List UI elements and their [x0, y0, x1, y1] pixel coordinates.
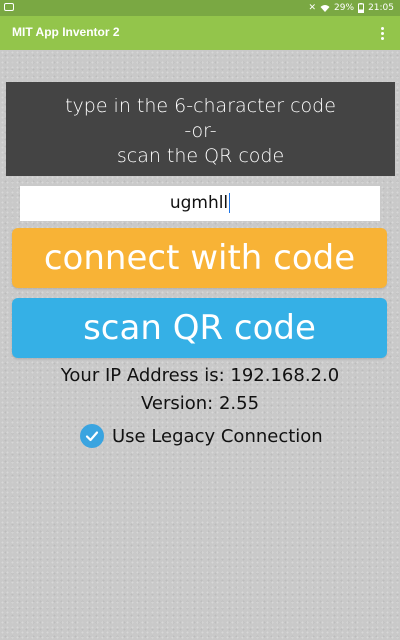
app-bar: MIT App Inventor 2	[0, 16, 400, 50]
connect-with-code-button[interactable]: connect with code	[12, 228, 387, 288]
instruction-line-2: -or-	[184, 120, 217, 142]
notification-icon	[4, 3, 14, 11]
checkmark-icon[interactable]	[80, 424, 104, 448]
text-caret	[229, 193, 231, 213]
status-bar: ✕ 29% 21:05	[0, 0, 400, 16]
ip-address-text: Your IP Address is: 192.168.2.0	[60, 365, 340, 386]
code-input-value: ugmhll	[169, 193, 229, 213]
scan-qr-code-button[interactable]: scan QR code	[12, 298, 387, 358]
battery-level: 29%	[334, 3, 355, 13]
instruction-line-1: type in the 6-character code	[65, 95, 336, 117]
clock: 21:05	[368, 3, 394, 13]
battery-icon	[358, 3, 365, 13]
code-input[interactable]: ugmhll	[20, 186, 380, 221]
mute-icon: ✕	[308, 3, 317, 13]
instruction-line-3: scan the QR code	[116, 145, 285, 167]
legacy-connection-label: Use Legacy Connection	[112, 425, 323, 447]
overflow-menu-icon[interactable]	[374, 22, 390, 44]
legacy-connection-checkbox[interactable]: Use Legacy Connection	[80, 423, 323, 449]
version-text: Version: 2.55	[140, 393, 260, 414]
app-title: MIT App Inventor 2	[12, 25, 120, 39]
wifi-icon	[320, 4, 330, 12]
instructions-panel: type in the 6-character code -or- scan t…	[6, 82, 395, 176]
status-icons: ✕ 29% 21:05	[308, 2, 394, 14]
